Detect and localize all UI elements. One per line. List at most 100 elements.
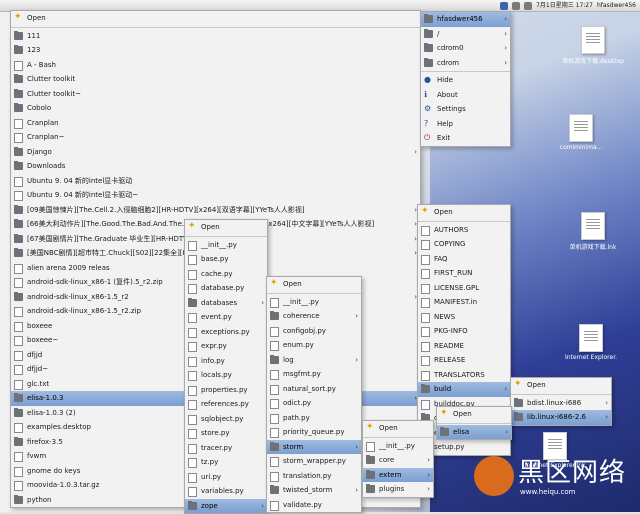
lib-elisa-menu[interactable]: ✦ Open elisa ›: [436, 406, 512, 440]
menu-item-natural-sort-py[interactable]: natural_sort.py: [267, 382, 361, 397]
desktop-icon[interactable]: 单机游戏下载.lnk: [558, 212, 628, 251]
menu-item-09-the-cell-2-2-hr-hdtv-x264-yyets[interactable]: [09美国惊悚片][The.Cell.2.入侵脑细胞2][HR-HDTV][x2…: [11, 203, 420, 218]
menu-item-faq[interactable]: FAQ: [418, 252, 510, 267]
menu-item-copying[interactable]: COPYING: [418, 237, 510, 252]
menu-item-cache-py[interactable]: cache.py: [185, 267, 267, 282]
menu-item-release[interactable]: RELEASE: [418, 353, 510, 368]
file-icon: [14, 133, 23, 143]
menu-item-label: Cobolo: [27, 104, 52, 112]
places-menu[interactable]: hfasdwer456 › / › cdrom0 › cdrom › ● Hide ℹ About ⚙ S…: [420, 11, 511, 147]
menu-item-translators[interactable]: TRANSLATORS: [418, 368, 510, 383]
menu-item-database-py[interactable]: database.py: [185, 281, 267, 296]
menu-item-hfasdwer456[interactable]: hfasdwer456 ›: [421, 12, 510, 27]
menu-item-tracer-py[interactable]: tracer.py: [185, 441, 267, 456]
menu-item-info-py[interactable]: info.py: [185, 354, 267, 369]
menu-item-cdrom0[interactable]: cdrom0 ›: [421, 41, 510, 56]
menu-item-ubuntu-9-04-intel[interactable]: Ubuntu 9. 04 新的intel显卡驱动~: [11, 188, 420, 203]
menu-item-open[interactable]: ✦ Open: [185, 220, 267, 235]
libs-folder-menu[interactable]: ✦ Open __init__.py coherence › configobj.py en…: [266, 276, 362, 513]
menu-item-translation-py[interactable]: translation.py: [267, 469, 361, 484]
menu-item-storm-wrapper-py[interactable]: storm_wrapper.py: [267, 454, 361, 469]
menu-item-exceptions-py[interactable]: exceptions.py: [185, 325, 267, 340]
folder-icon: [14, 436, 23, 446]
menu-item-priority-queue-py[interactable]: priority_queue.py: [267, 425, 361, 440]
menu-item-variables-py[interactable]: variables.py: [185, 484, 267, 499]
menu-item-hide[interactable]: ● Hide: [421, 73, 510, 88]
menu-item-sqlobject-py[interactable]: sqlobject.py: [185, 412, 267, 427]
menu-item-lib-linux-i686-2-6[interactable]: lib.linux-i686-2.6 ›: [511, 410, 611, 425]
menu-item-cranplan[interactable]: Cranplan~: [11, 130, 420, 145]
menu-item-cranplan[interactable]: Cranplan: [11, 116, 420, 131]
menu-item-path-py[interactable]: path.py: [267, 411, 361, 426]
menu-item-open[interactable]: ✦ Open: [267, 277, 361, 292]
menu-item-manifest-in[interactable]: MANIFEST.in: [418, 295, 510, 310]
menu-item-django[interactable]: Django ›: [11, 145, 420, 160]
menu-item-core[interactable]: core ›: [363, 453, 433, 468]
menu-item-bdist-linux-i686[interactable]: bdist.linux-i686 ›: [511, 396, 611, 411]
menu-item-open[interactable]: ✦ Open: [11, 11, 420, 26]
menu-item-a-bash[interactable]: A - Bash: [11, 58, 420, 73]
menu-item-build[interactable]: build ›: [418, 382, 510, 397]
menu-item-enum-py[interactable]: enum.py: [267, 338, 361, 353]
panel-user[interactable]: hfasdwer456: [597, 0, 636, 11]
menu-item-downloads[interactable]: Downloads: [11, 159, 420, 174]
menu-item-coherence[interactable]: coherence ›: [267, 309, 361, 324]
menu-item-uri-py[interactable]: uri.py: [185, 470, 267, 485]
menu-item-zope[interactable]: zope ›: [185, 498, 267, 513]
menu-item-clutter-toolkit[interactable]: Clutter toolkit: [11, 72, 420, 87]
menu-item-validate-py[interactable]: validate.py: [267, 498, 361, 513]
menu-item-open[interactable]: ✦ Open: [437, 407, 511, 422]
menu-item-expr-py[interactable]: expr.py: [185, 339, 267, 354]
menu-item-ubuntu-9-04-intel[interactable]: Ubuntu 9. 04 新的intel显卡驱动: [11, 174, 420, 189]
menu-item-base-py[interactable]: base.py: [185, 252, 267, 267]
menu-item-log[interactable]: log ›: [267, 353, 361, 368]
menu-item-elisa[interactable]: elisa ›: [437, 424, 511, 439]
menu-item-open[interactable]: ✦ Open: [511, 378, 611, 393]
menu-item-license-gpl[interactable]: LICENSE.GPL: [418, 281, 510, 296]
menu-item-store-py[interactable]: store.py: [185, 426, 267, 441]
desktop-icon[interactable]: comiminima...: [546, 114, 616, 151]
menu-item-cdrom[interactable]: cdrom ›: [421, 56, 510, 71]
menu-item-help[interactable]: ? Help: [421, 117, 510, 132]
menu-item-references-py[interactable]: references.py: [185, 397, 267, 412]
menu-item-configobj-py[interactable]: configobj.py: [267, 324, 361, 339]
menu-item-storm[interactable]: storm ›: [267, 439, 361, 454]
menu-item-authors[interactable]: AUTHORS: [418, 223, 510, 238]
menu-item-clutter-toolkit[interactable]: Clutter toolkit~: [11, 87, 420, 102]
network-icon[interactable]: [512, 1, 521, 10]
menu-item-init-py[interactable]: __init__.py: [267, 295, 361, 310]
menu-item-pkg-info[interactable]: PKG-INFO: [418, 324, 510, 339]
menu-item-msgfmt-py[interactable]: msgfmt.py: [267, 367, 361, 382]
menu-item-item[interactable]: / ›: [421, 27, 510, 42]
menu-item-event-py[interactable]: event.py: [185, 310, 267, 325]
desktop-icon[interactable]: 单机游戏下载.desktop: [558, 26, 628, 65]
menu-item-123[interactable]: 123: [11, 43, 420, 58]
volume-icon[interactable]: [524, 1, 533, 10]
menu-item-open[interactable]: ✦ Open: [418, 205, 510, 220]
menu-item-init-py[interactable]: __init__.py: [185, 238, 267, 253]
menu-item-init-py[interactable]: __init__.py: [363, 439, 433, 454]
menu-item-cobolo[interactable]: Cobolo: [11, 101, 420, 116]
menu-item-readme[interactable]: README: [418, 339, 510, 354]
menu-item-about[interactable]: ℹ About: [421, 88, 510, 103]
menu-item-first-run[interactable]: FIRST_RUN: [418, 266, 510, 281]
menu-item-tz-py[interactable]: tz.py: [185, 455, 267, 470]
menu-item-twisted-storm[interactable]: twisted_storm ›: [267, 483, 361, 498]
build-folder-menu[interactable]: ✦ Open bdist.linux-i686 › lib.linux-i686-2.6…: [510, 377, 612, 426]
panel-clock[interactable]: 7月1日星期三 17:27: [536, 0, 593, 11]
menu-item-exit[interactable]: ⏻ Exit: [421, 131, 510, 146]
kde-menu-icon[interactable]: [500, 1, 509, 10]
zope-folder-menu[interactable]: ✦ Open __init__.py core › extern › plugins ›: [362, 420, 434, 498]
desktop-icon[interactable]: Internet Explorer.: [556, 324, 626, 361]
storm-folder-menu[interactable]: ✦ Open __init__.py base.py cache.py database.…: [184, 219, 268, 514]
menu-item-extern[interactable]: extern ›: [363, 467, 433, 482]
menu-item-databases[interactable]: databases ›: [185, 296, 267, 311]
menu-item-open[interactable]: ✦ Open: [363, 421, 433, 436]
menu-item-locals-py[interactable]: locals.py: [185, 368, 267, 383]
menu-item-plugins[interactable]: plugins ›: [363, 482, 433, 497]
menu-item-111[interactable]: 111: [11, 29, 420, 44]
menu-item-news[interactable]: NEWS: [418, 310, 510, 325]
menu-item-odict-py[interactable]: odict.py: [267, 396, 361, 411]
menu-item-settings[interactable]: ⚙ Settings: [421, 102, 510, 117]
menu-item-properties-py[interactable]: properties.py: [185, 383, 267, 398]
